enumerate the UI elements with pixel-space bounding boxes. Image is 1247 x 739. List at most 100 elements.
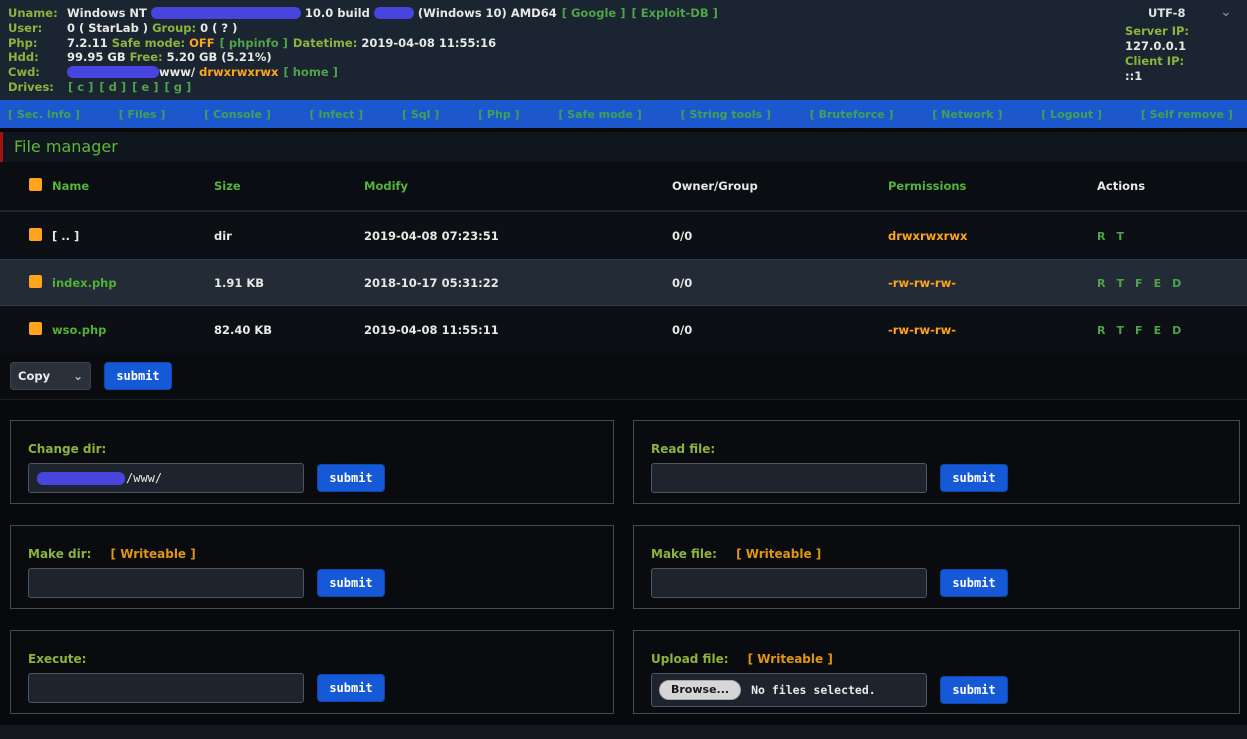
file-link[interactable]: [ .. ] bbox=[52, 229, 214, 243]
file-owner-group: 0/0 bbox=[672, 276, 888, 290]
action-rename[interactable]: R bbox=[1097, 324, 1105, 337]
hdd-total: 99.95 GB bbox=[67, 50, 126, 64]
phpinfo-link[interactable]: [ phpinfo ] bbox=[220, 36, 288, 50]
action-rename[interactable]: R bbox=[1097, 277, 1105, 290]
cwd-path: www/ bbox=[159, 65, 195, 79]
tab-sql[interactable]: [ Sql ] bbox=[402, 108, 439, 121]
writeable-badge: [ Writeable ] bbox=[748, 652, 833, 666]
change-dir-label: Change dir: bbox=[28, 442, 106, 456]
drives-label: Drives: bbox=[8, 80, 67, 95]
free-value: 5.20 GB (5.21%) bbox=[167, 50, 272, 64]
tab-bruteforce[interactable]: [ Bruteforce ] bbox=[810, 108, 894, 121]
hdd-row: Hdd: 99.95 GB Free: 5.20 GB (5.21%) bbox=[8, 50, 1247, 65]
chevron-down-icon: ⌄ bbox=[73, 370, 83, 382]
php-label: Php: bbox=[8, 36, 67, 51]
action-download[interactable]: D bbox=[1172, 277, 1181, 290]
action-touch[interactable]: T bbox=[1117, 230, 1125, 243]
home-link[interactable]: [ home ] bbox=[283, 65, 337, 79]
charset-select[interactable]: UTF-8 bbox=[1148, 6, 1185, 20]
select-all-checkbox[interactable] bbox=[29, 178, 42, 191]
execute-submit-button[interactable]: submit bbox=[317, 674, 385, 702]
action-edit[interactable]: E bbox=[1154, 324, 1162, 337]
read-file-submit-button[interactable]: submit bbox=[940, 464, 1008, 492]
action-touch[interactable]: T bbox=[1117, 277, 1125, 290]
file-owner-group: 0/0 bbox=[672, 323, 888, 337]
file-link[interactable]: wso.php bbox=[52, 323, 214, 337]
action-frame[interactable]: F bbox=[1135, 324, 1143, 337]
group-label: Group: bbox=[152, 21, 196, 35]
cwd-row: Cwd: www/ drwxrwxrwx [ home ] bbox=[8, 65, 1247, 80]
drive-d-link[interactable]: [ d ] bbox=[99, 80, 126, 94]
drive-g-link[interactable]: [ g ] bbox=[164, 80, 191, 94]
row-checkbox[interactable] bbox=[29, 228, 42, 241]
action-rename[interactable]: R bbox=[1097, 230, 1105, 243]
column-header-size[interactable]: Size bbox=[214, 179, 364, 193]
ip-info: Server IP: 127.0.0.1 Client IP: ::1 bbox=[1125, 24, 1189, 84]
file-permissions[interactable]: -rw-rw-rw- bbox=[888, 276, 1097, 290]
bulk-action-select[interactable]: Copy ⌄ bbox=[10, 362, 91, 390]
upload-file-submit-button[interactable]: submit bbox=[940, 676, 1008, 704]
hdd-label: Hdd: bbox=[8, 50, 67, 65]
exploitdb-link[interactable]: [ Exploit-DB ] bbox=[631, 6, 717, 20]
bulk-action-bar: Copy ⌄ submit bbox=[0, 353, 1247, 400]
drive-e-link[interactable]: [ e ] bbox=[132, 80, 158, 94]
cwd-permissions: drwxrwxrwx bbox=[199, 65, 278, 79]
file-permissions[interactable]: -rw-rw-rw- bbox=[888, 323, 1097, 337]
change-dir-submit-button[interactable]: submit bbox=[317, 464, 385, 492]
redaction-blob bbox=[37, 472, 125, 485]
file-link[interactable]: index.php bbox=[52, 276, 214, 290]
drives-row: Drives: [ c ] [ d ] [ e ] [ g ] bbox=[8, 80, 1247, 95]
column-header-name[interactable]: Name bbox=[52, 179, 214, 193]
uname-build: 10.0 build bbox=[305, 6, 370, 20]
read-file-input[interactable] bbox=[651, 463, 927, 493]
change-dir-input[interactable]: /www/ bbox=[28, 463, 304, 493]
file-permissions[interactable]: drwxrwxrwx bbox=[888, 229, 1097, 243]
safe-mode-label: Safe mode: bbox=[112, 36, 185, 50]
drive-c-link[interactable]: [ c ] bbox=[68, 80, 93, 94]
action-download[interactable]: D bbox=[1172, 324, 1181, 337]
writeable-badge: [ Writeable ] bbox=[736, 547, 821, 561]
tab-self-remove[interactable]: [ Self remove ] bbox=[1141, 108, 1233, 121]
row-checkbox[interactable] bbox=[29, 322, 42, 335]
tab-network[interactable]: [ Network ] bbox=[932, 108, 1002, 121]
file-actions: R T bbox=[1097, 229, 1247, 243]
tab-logout[interactable]: [ Logout ] bbox=[1041, 108, 1102, 121]
tab-infect[interactable]: [ Infect ] bbox=[310, 108, 364, 121]
column-header-actions: Actions bbox=[1097, 179, 1247, 193]
file-modify: 2019-04-08 07:23:51 bbox=[364, 229, 672, 243]
action-edit[interactable]: E bbox=[1154, 277, 1162, 290]
column-header-permissions[interactable]: Permissions bbox=[888, 179, 1097, 193]
action-touch[interactable]: T bbox=[1117, 324, 1125, 337]
uname-os: Windows NT bbox=[67, 6, 147, 20]
browse-button[interactable]: Browse... bbox=[659, 680, 741, 700]
file-size: 82.40 KB bbox=[214, 323, 364, 337]
make-file-label: Make file: bbox=[651, 547, 717, 561]
tab-console[interactable]: [ Console ] bbox=[204, 108, 271, 121]
uname-arch: (Windows 10) AMD64 bbox=[418, 6, 557, 20]
tab-php[interactable]: [ Php ] bbox=[478, 108, 519, 121]
execute-input[interactable] bbox=[28, 673, 304, 703]
make-dir-submit-button[interactable]: submit bbox=[317, 569, 385, 597]
execute-label: Execute: bbox=[28, 652, 86, 666]
make-dir-input[interactable] bbox=[28, 568, 304, 598]
redaction-blob bbox=[374, 7, 414, 19]
column-header-modify[interactable]: Modify bbox=[364, 179, 672, 193]
make-file-submit-button[interactable]: submit bbox=[940, 569, 1008, 597]
read-file-label: Read file: bbox=[651, 442, 715, 456]
column-header-owner-group: Owner/Group bbox=[672, 179, 888, 193]
tab-files[interactable]: [ Files ] bbox=[119, 108, 166, 121]
table-row-wso-php: wso.php 82.40 KB 2019-04-08 11:55:11 0/0… bbox=[0, 306, 1247, 353]
chevron-down-icon[interactable]: ⌄ bbox=[1220, 4, 1232, 20]
make-file-input[interactable] bbox=[651, 568, 927, 598]
row-checkbox[interactable] bbox=[29, 275, 42, 288]
cwd-label: Cwd: bbox=[8, 65, 67, 80]
file-table: Name Size Modify Owner/Group Permissions… bbox=[0, 162, 1247, 353]
tab-sec-info[interactable]: [ Sec. Info ] bbox=[8, 108, 80, 121]
bulk-submit-button[interactable]: submit bbox=[104, 362, 172, 390]
tab-string-tools[interactable]: [ String tools ] bbox=[681, 108, 771, 121]
upload-file-input[interactable]: Browse... No files selected. bbox=[651, 673, 927, 707]
action-frame[interactable]: F bbox=[1135, 277, 1143, 290]
make-file-panel: Make file: [ Writeable ] submit bbox=[633, 525, 1240, 609]
google-link[interactable]: [ Google ] bbox=[562, 6, 626, 20]
tab-safe-mode[interactable]: [ Safe mode ] bbox=[558, 108, 642, 121]
